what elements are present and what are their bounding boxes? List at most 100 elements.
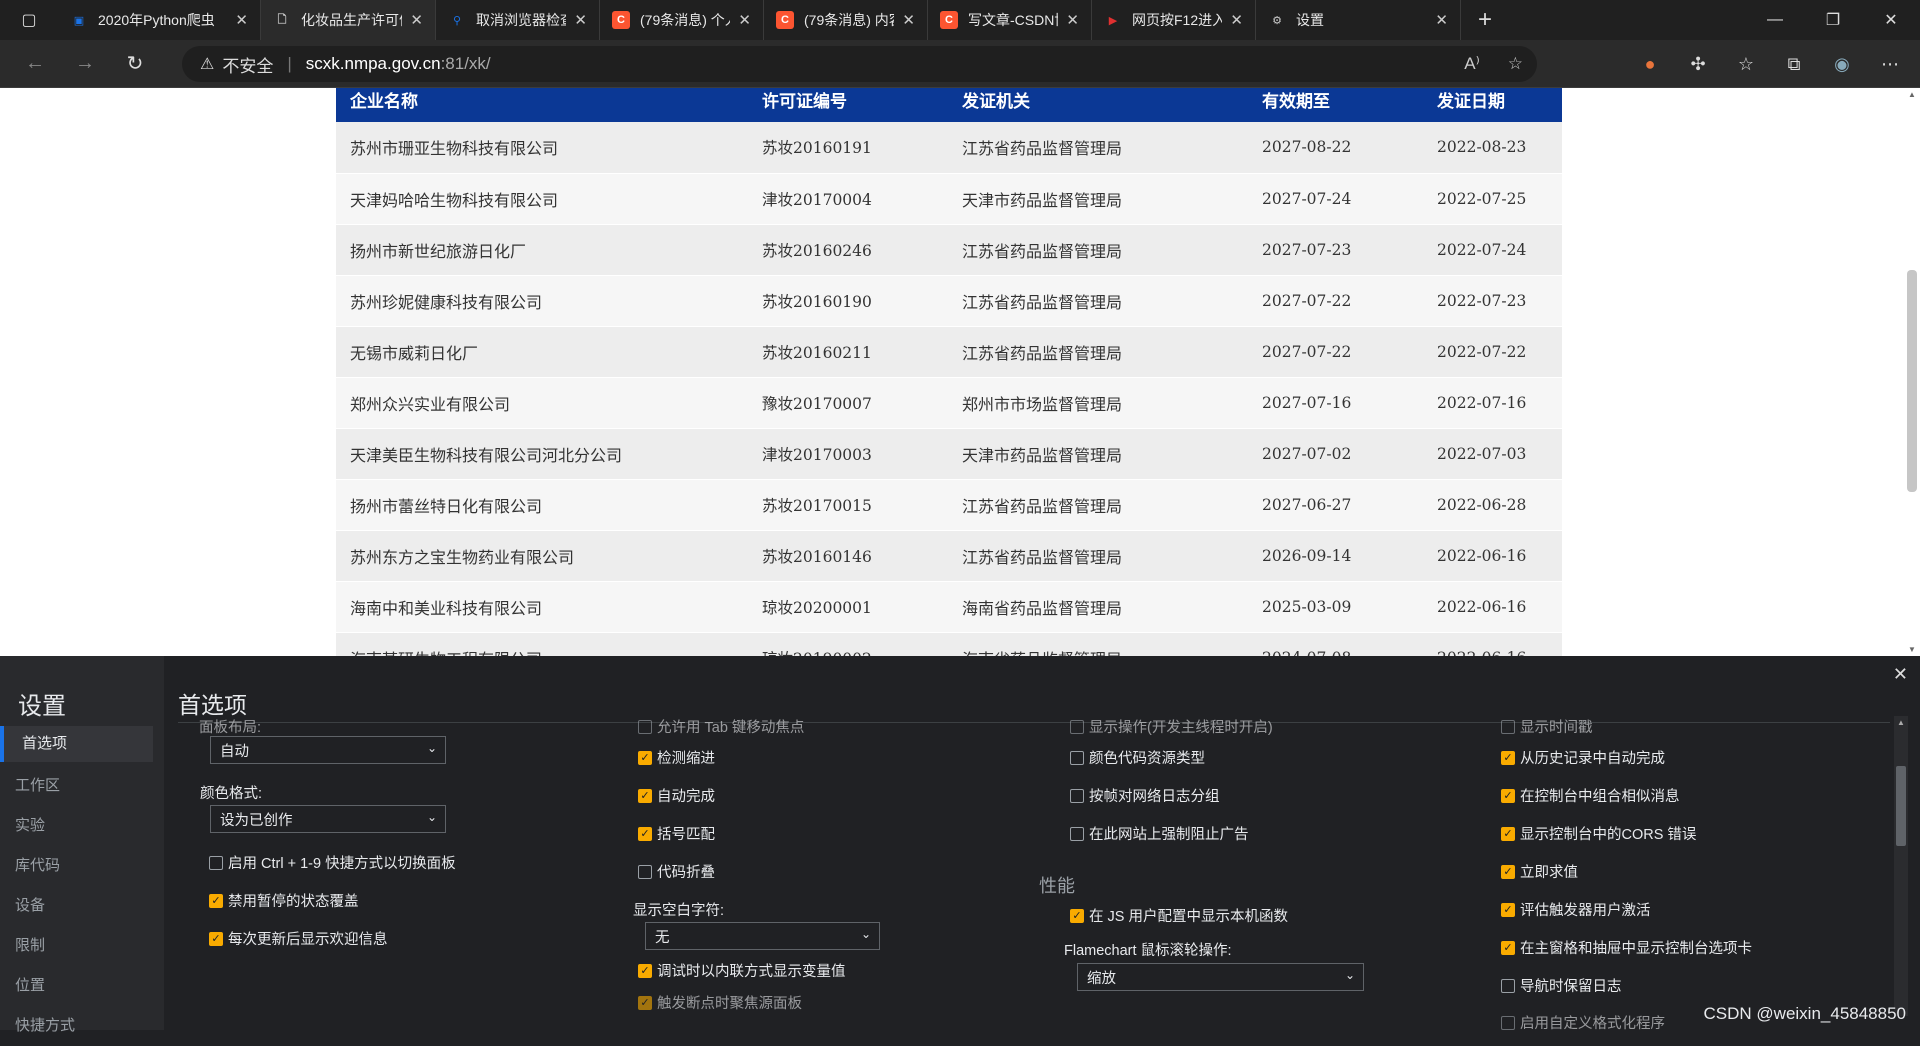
preference-checkbox-row[interactable]: ✓ 从历史记录中自动完成 bbox=[1501, 747, 1665, 768]
tab-6[interactable]: ▶ 网页按F12进入开 ✕ bbox=[1092, 0, 1256, 40]
extensions-puzzle-icon[interactable]: ✣ bbox=[1674, 40, 1722, 88]
scroll-down-icon[interactable]: ▼ bbox=[1904, 645, 1920, 654]
preference-checkbox-row[interactable]: 颜色代码资源类型 bbox=[1070, 747, 1205, 768]
address-bar[interactable]: ⚠ 不安全 | scxk.nmpa.gov.cn:81/xk/ A⁾ ☆ bbox=[182, 46, 1537, 82]
checkbox[interactable]: ✓ bbox=[1501, 864, 1515, 879]
close-tab-icon[interactable]: ✕ bbox=[574, 11, 587, 29]
preference-checkbox-row[interactable]: ✓ 在主窗格和抽屉中显示控制台选项卡 bbox=[1501, 937, 1752, 958]
tab-2[interactable]: ⚲ 取消浏览器检查已 ✕ bbox=[436, 0, 600, 40]
profile-avatar[interactable]: ◉ bbox=[1818, 40, 1866, 88]
settings-nav: 首选项工作区 实验 库代码 设备 限制 位置 快捷方式 bbox=[0, 726, 164, 1046]
add-favorite-icon[interactable]: ☆ bbox=[1508, 54, 1523, 74]
preference-checkbox-row[interactable]: 在此网站上强制阻止广告 bbox=[1070, 823, 1249, 844]
checkbox[interactable] bbox=[638, 719, 652, 734]
checkbox[interactable] bbox=[1070, 788, 1084, 803]
collections-icon[interactable]: ⧉ bbox=[1770, 40, 1818, 88]
color-format-select[interactable]: 设为已创作 ⌄ bbox=[210, 805, 446, 833]
tab-3[interactable]: C (79条消息) 个人资 ✕ bbox=[600, 0, 764, 40]
preference-checkbox-row[interactable]: 代码折叠 bbox=[638, 861, 715, 882]
inline-values-checkbox[interactable]: ✓ 调试时以内联方式显示变量值 bbox=[638, 960, 846, 981]
checkbox[interactable] bbox=[1501, 1015, 1515, 1030]
read-aloud-icon[interactable]: A⁾ bbox=[1464, 54, 1480, 74]
checkbox[interactable]: ✓ bbox=[209, 931, 223, 946]
preference-checkbox-row[interactable]: ✓ 自动完成 bbox=[638, 785, 715, 806]
preference-checkbox-row[interactable]: ✓ 评估触发器用户激活 bbox=[1501, 899, 1651, 920]
close-tab-icon[interactable]: ✕ bbox=[1230, 11, 1243, 29]
tab-5[interactable]: C 写文章-CSDN博客 ✕ bbox=[928, 0, 1092, 40]
checkbox[interactable] bbox=[1501, 719, 1515, 734]
close-tab-icon[interactable]: ✕ bbox=[235, 11, 248, 29]
preference-checkbox-row[interactable]: 按帧对网络日志分组 bbox=[1070, 785, 1220, 806]
preference-checkbox-row[interactable]: ✓ 显示控制台中的CORS 错误 bbox=[1501, 823, 1696, 844]
back-icon[interactable]: ← bbox=[10, 40, 60, 88]
checkbox[interactable] bbox=[1070, 750, 1084, 765]
settings-nav-item[interactable]: 首选项 bbox=[0, 726, 153, 762]
page-scrollbar[interactable]: ▲ ▼ bbox=[1904, 88, 1920, 656]
forward-icon[interactable]: → bbox=[60, 40, 110, 88]
checkbox[interactable] bbox=[1070, 826, 1084, 841]
preference-checkbox-row[interactable]: ✓ 括号匹配 bbox=[638, 823, 715, 844]
checkbox[interactable] bbox=[1070, 719, 1084, 734]
checkbox[interactable]: ✓ bbox=[638, 788, 652, 803]
tab-4[interactable]: C (79条消息) 内容管 ✕ bbox=[764, 0, 928, 40]
favorites-icon[interactable]: ☆ bbox=[1722, 40, 1770, 88]
tab-actions-icon[interactable]: ▢ bbox=[0, 0, 58, 40]
checkbox[interactable]: ✓ bbox=[1501, 940, 1515, 955]
scrollbar-thumb[interactable] bbox=[1907, 270, 1917, 492]
checkbox[interactable]: ✓ bbox=[1501, 902, 1515, 917]
native-functions-checkbox[interactable]: ✓ 在 JS 用户配置中显示本机函数 bbox=[1070, 905, 1288, 926]
checkbox[interactable]: ✓ bbox=[209, 893, 223, 908]
tab-1[interactable]: 🗋 化妆品生产许可信 ✕ bbox=[261, 0, 436, 40]
table-row: 海南中和美业科技有限公司 琼妆20200001 海南省药品监督管理局 2025-03-… bbox=[336, 581, 1562, 633]
close-tab-icon[interactable]: ✕ bbox=[410, 11, 423, 29]
extension-icon[interactable]: ● bbox=[1626, 40, 1674, 88]
checkbox[interactable] bbox=[638, 864, 652, 879]
settings-nav-item[interactable]: 工作区 bbox=[0, 766, 164, 806]
whitespace-select[interactable]: 无 ⌄ bbox=[645, 922, 880, 950]
checkbox[interactable]: ✓ bbox=[638, 995, 652, 1010]
tab-7[interactable]: ⚙ 设置 ✕ bbox=[1256, 0, 1461, 40]
settings-nav-item[interactable]: 设备 bbox=[0, 886, 164, 926]
more-menu-icon[interactable]: ⋯ bbox=[1866, 40, 1914, 88]
scroll-up-icon[interactable]: ▲ bbox=[1904, 90, 1920, 99]
flamechart-select[interactable]: 缩放 ⌄ bbox=[1077, 963, 1364, 991]
preference-checkbox-row[interactable]: 启用 Ctrl + 1-9 快捷方式以切换面板 bbox=[209, 852, 456, 873]
security-label: 不安全 bbox=[222, 56, 274, 76]
checkbox[interactable]: ✓ bbox=[638, 963, 652, 978]
tab-0[interactable]: ▣ 2020年Python爬虫 ✕ bbox=[58, 0, 261, 40]
checkbox[interactable]: ✓ bbox=[1070, 908, 1084, 923]
checkbox[interactable]: ✓ bbox=[1501, 788, 1515, 803]
panel-layout-select[interactable]: 自动 ⌄ bbox=[210, 736, 446, 764]
close-tab-icon[interactable]: ✕ bbox=[1066, 11, 1079, 29]
preference-checkbox-row[interactable]: ✓ 禁用暂停的状态覆盖 bbox=[209, 890, 359, 911]
scrollbar-thumb[interactable] bbox=[1896, 766, 1906, 846]
checkbox[interactable]: ✓ bbox=[638, 826, 652, 841]
preference-checkbox-row[interactable]: ✓ 在控制台中组合相似消息 bbox=[1501, 785, 1680, 806]
preference-checkbox-row[interactable]: ✓ 检测缩进 bbox=[638, 747, 715, 768]
preference-checkbox-row[interactable]: ✓ 每次更新后显示欢迎信息 bbox=[209, 928, 388, 949]
settings-nav-item[interactable]: 库代码 bbox=[0, 846, 164, 886]
close-window-icon[interactable]: ✕ bbox=[1862, 0, 1920, 40]
new-tab-button[interactable]: + bbox=[1461, 0, 1509, 40]
preference-checkbox-row[interactable]: ✓ 立即求值 bbox=[1501, 861, 1578, 882]
checkbox[interactable] bbox=[1501, 978, 1515, 993]
settings-nav-item[interactable]: 限制 bbox=[0, 926, 164, 966]
settings-nav-item[interactable]: 快捷方式 bbox=[0, 1006, 164, 1046]
preference-checkbox-row[interactable]: 导航时保留日志 bbox=[1501, 975, 1622, 996]
close-tab-icon[interactable]: ✕ bbox=[902, 11, 915, 29]
settings-nav-item[interactable]: 位置 bbox=[0, 966, 164, 1006]
checkbox[interactable]: ✓ bbox=[1501, 826, 1515, 841]
checkbox[interactable]: ✓ bbox=[638, 750, 652, 765]
refresh-icon[interactable]: ↻ bbox=[110, 40, 160, 88]
restore-icon[interactable]: ❐ bbox=[1804, 0, 1862, 40]
close-settings-icon[interactable]: ✕ bbox=[1893, 664, 1908, 685]
settings-scrollbar[interactable]: ▲ bbox=[1894, 716, 1908, 1016]
close-tab-icon[interactable]: ✕ bbox=[738, 11, 751, 29]
scroll-up-icon[interactable]: ▲ bbox=[1894, 718, 1908, 727]
close-tab-icon[interactable]: ✕ bbox=[1435, 11, 1448, 29]
minimize-icon[interactable]: — bbox=[1746, 0, 1804, 40]
checkbox[interactable]: ✓ bbox=[1501, 750, 1515, 765]
checkbox[interactable] bbox=[209, 855, 223, 870]
settings-nav-item[interactable]: 实验 bbox=[0, 806, 164, 846]
issuing-authority-cell: 江苏省药品监督管理局 bbox=[948, 479, 1248, 531]
